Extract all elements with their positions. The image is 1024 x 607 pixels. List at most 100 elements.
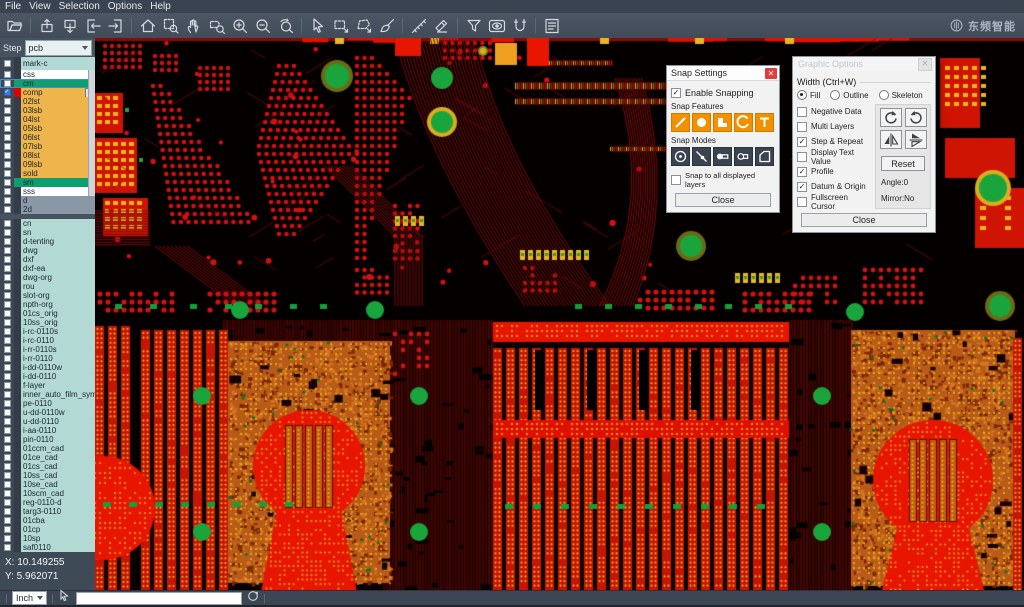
measure-icon[interactable] [407, 15, 430, 36]
snap-mode-slot-button[interactable] [734, 147, 753, 166]
check-multi-layers[interactable]: Multi Layers [797, 119, 871, 134]
layer-row-rou[interactable]: rou [0, 282, 95, 291]
layer-row-d[interactable]: d [0, 196, 95, 205]
layer-row-01cs-cad[interactable]: 01cs_cad [0, 462, 95, 471]
layer-row-04lst[interactable]: 04lst [0, 115, 95, 124]
radio-icon[interactable] [879, 90, 889, 100]
layer-row-02lst[interactable]: 02lst [0, 97, 95, 106]
layer-visibility-checkbox[interactable] [4, 319, 11, 326]
layer-row-10se-cad[interactable]: 10se_cad [0, 480, 95, 489]
layer-row-sss[interactable]: sss [0, 187, 95, 196]
layer-visibility-checkbox[interactable] [4, 274, 11, 281]
checkbox-icon[interactable]: ✓ [671, 88, 681, 98]
checkbox-icon[interactable] [797, 197, 807, 207]
snap-feature-pad-button[interactable] [692, 113, 711, 132]
radio-icon[interactable] [797, 90, 807, 100]
home-icon[interactable] [136, 15, 159, 36]
layer-visibility-checkbox[interactable] [4, 283, 11, 290]
radio-fill[interactable]: Fill [797, 90, 820, 100]
menu-item-selection[interactable]: Selection [59, 0, 108, 13]
layer-visibility-checkbox[interactable] [4, 107, 11, 114]
checkbox-icon[interactable] [797, 152, 807, 162]
layer-row-05lsb[interactable]: 05lsb [0, 124, 95, 133]
import-left-icon[interactable] [81, 15, 104, 36]
layer-visibility-checkbox[interactable] [4, 229, 11, 236]
layer-visibility-checkbox[interactable] [4, 499, 11, 506]
layer-row-u-dd-0110w[interactable]: u-dd-0110w [0, 408, 95, 417]
checkbox-icon[interactable]: ✓ [797, 167, 807, 177]
layer-row-01cs-orig[interactable]: 01cs_orig [0, 309, 95, 318]
layer-row-i-dd-0110w[interactable]: i-dd-0110w [0, 363, 95, 372]
zoom-out-icon[interactable] [251, 15, 274, 36]
layer-row-comp[interactable]: ✓comp [0, 88, 95, 97]
eraser-icon[interactable] [430, 15, 453, 36]
checkbox-icon[interactable]: ✓ [797, 182, 807, 192]
layer-row-sold[interactable]: sold [0, 169, 95, 178]
layer-visibility-checkbox[interactable] [4, 179, 11, 186]
layer-row-npth-org[interactable]: npth-org [0, 300, 95, 309]
layer-row-07lsb[interactable]: 07lsb [0, 142, 95, 151]
layer-row-cn[interactable]: cn [0, 219, 95, 228]
pan-hand-icon[interactable] [182, 15, 205, 36]
refresh-icon[interactable] [247, 589, 259, 607]
snap-mode-polygon-button[interactable] [755, 147, 774, 166]
layer-row-2d[interactable]: 2d [0, 205, 95, 214]
snap-feature-corner-button[interactable] [713, 113, 732, 132]
layer-visibility-checkbox[interactable] [4, 400, 11, 407]
check-profile[interactable]: ✓Profile [797, 164, 871, 179]
layer-row-reg-0110-d[interactable]: reg-0110-d [0, 498, 95, 507]
layer-visibility-checkbox[interactable] [4, 517, 11, 524]
eye-icon[interactable] [485, 15, 508, 36]
layer-row-i-rc-0110s[interactable]: i-rc-0110s [0, 327, 95, 336]
checkbox-icon[interactable] [797, 107, 807, 117]
layer-visibility-checkbox[interactable] [4, 427, 11, 434]
check-display-text-value[interactable]: Display Text Value [797, 149, 871, 164]
layer-visibility-checkbox[interactable] [4, 355, 11, 362]
import-up-icon[interactable] [35, 15, 58, 36]
snap-feature-text-button[interactable] [755, 113, 774, 132]
layer-visibility-checkbox[interactable] [4, 134, 11, 141]
layer-row-03lsb[interactable]: 03lsb [0, 106, 95, 115]
menu-item-help[interactable]: Help [150, 0, 179, 13]
layer-visibility-checkbox[interactable] [4, 454, 11, 461]
layer-visibility-checkbox[interactable] [4, 71, 11, 78]
zoom-previous-icon[interactable] [274, 15, 297, 36]
layer-visibility-checkbox[interactable] [4, 80, 11, 87]
snap-magnet-icon[interactable] [508, 15, 531, 36]
zoom-area-icon[interactable] [159, 15, 182, 36]
layer-visibility-checkbox[interactable] [4, 544, 11, 551]
layer-visibility-checkbox[interactable] [4, 206, 11, 213]
clean-brush-icon[interactable] [375, 15, 398, 36]
layer-visibility-checkbox[interactable] [4, 125, 11, 132]
layer-row-saf0110[interactable]: saf0110 [0, 543, 95, 552]
layer-visibility-checkbox[interactable] [4, 98, 11, 105]
layer-row-cm[interactable]: cm [0, 79, 95, 88]
step-dropdown[interactable]: pcb [25, 40, 92, 56]
open-folder-icon[interactable] [3, 15, 26, 36]
layer-visibility-checkbox[interactable] [4, 418, 11, 425]
layer-visibility-checkbox[interactable] [4, 445, 11, 452]
layer-visibility-checkbox[interactable] [4, 481, 11, 488]
layer-visibility-checkbox[interactable] [4, 161, 11, 168]
export-right-icon[interactable] [104, 15, 127, 36]
layer-row-mark-c[interactable]: mark-c [0, 57, 95, 70]
snap-mode-center-button[interactable] [671, 147, 690, 166]
layer-row-01cba[interactable]: 01cba [0, 516, 95, 525]
layer-row-pe-0110[interactable]: pe-0110 [0, 399, 95, 408]
mirror-horizontal-button[interactable] [880, 130, 902, 149]
layer-visibility-checkbox[interactable] [4, 463, 11, 470]
enable-snapping-checkbox[interactable]: ✓ Enable Snapping [671, 88, 775, 98]
close-icon[interactable]: ✕ [918, 58, 932, 71]
menu-item-options[interactable]: Options [108, 0, 150, 13]
checkbox-icon[interactable] [797, 122, 807, 132]
layer-visibility-checkbox[interactable] [4, 526, 11, 533]
layer-visibility-checkbox[interactable] [4, 238, 11, 245]
layer-row-10ss-orig[interactable]: 10ss_orig [0, 318, 95, 327]
close-icon[interactable]: ✕ [765, 68, 777, 79]
dialog-titlebar[interactable]: Graphic Options ✕ [793, 57, 935, 71]
layer-row-dxf[interactable]: dxf [0, 255, 95, 264]
rotate-cw-button[interactable] [880, 108, 902, 127]
layer-visibility-checkbox[interactable] [4, 508, 11, 515]
layer-visibility-checkbox[interactable] [4, 152, 11, 159]
reset-button[interactable]: Reset [881, 156, 925, 171]
